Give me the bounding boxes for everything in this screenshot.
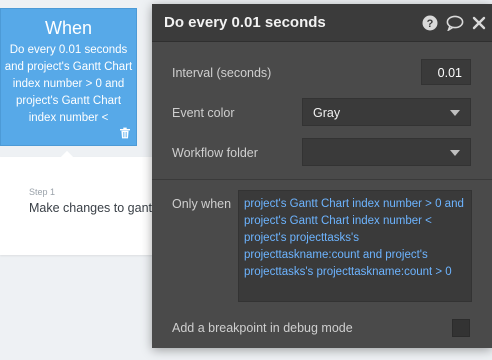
panel-header: Do every 0.01 seconds ? xyxy=(152,4,492,42)
comment-icon[interactable] xyxy=(446,15,464,31)
panel-divider xyxy=(152,179,492,180)
event-property-panel: Do every 0.01 seconds ? Interval (second… xyxy=(152,4,492,348)
chevron-down-icon xyxy=(450,150,460,156)
event-card-description: Do every 0.01 seconds and project's Gant… xyxy=(4,44,133,124)
step-label: Step 1 xyxy=(29,187,56,197)
trash-icon[interactable] xyxy=(119,127,131,139)
breakpoint-label: Add a breakpoint in debug mode xyxy=(172,321,353,335)
help-icon[interactable]: ? xyxy=(422,15,438,31)
event-color-dropdown[interactable]: Gray xyxy=(302,98,471,126)
event-color-label: Event color xyxy=(172,106,235,120)
event-color-value: Gray xyxy=(313,106,341,120)
interval-input[interactable]: 0.01 xyxy=(421,59,471,85)
only-when-expression-input[interactable]: project's Gantt Chart index number > 0 a… xyxy=(238,190,472,302)
step-title: Make changes to gantt xyxy=(29,201,156,215)
close-icon[interactable] xyxy=(472,15,486,31)
workflow-folder-label: Workflow folder xyxy=(172,146,258,160)
panel-header-icons: ? xyxy=(422,15,486,31)
event-card-title: When xyxy=(44,18,93,38)
breakpoint-checkbox[interactable] xyxy=(452,319,470,337)
step-card[interactable]: Step 1 Make changes to gantt xyxy=(0,157,160,255)
interval-label: Interval (seconds) xyxy=(172,66,272,80)
only-when-label: Only when xyxy=(172,197,232,211)
panel-title: Do every 0.01 seconds xyxy=(164,14,326,31)
event-card[interactable]: When Do every 0.01 seconds and project's… xyxy=(0,8,137,146)
chevron-down-icon xyxy=(450,110,460,116)
workflow-folder-dropdown[interactable] xyxy=(302,138,471,166)
svg-text:?: ? xyxy=(427,18,434,30)
